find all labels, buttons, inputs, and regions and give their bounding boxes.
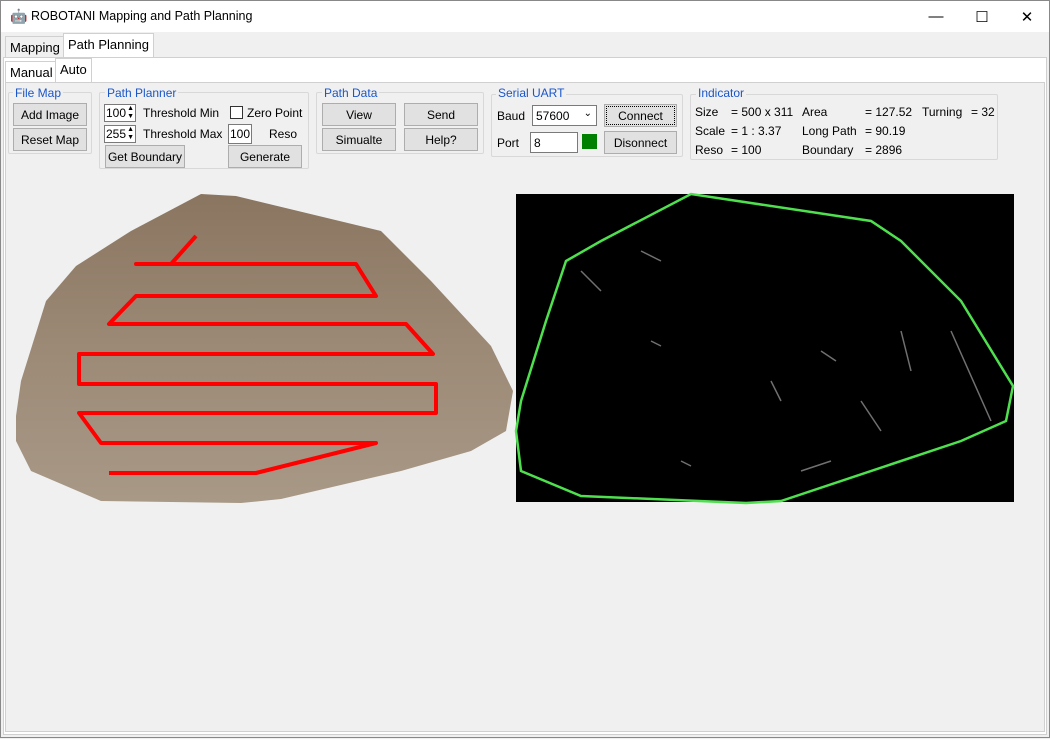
boundary-map-image[interactable]	[516, 194, 1014, 502]
field-map-image[interactable]	[16, 194, 513, 503]
map-canvas	[16, 192, 1015, 505]
